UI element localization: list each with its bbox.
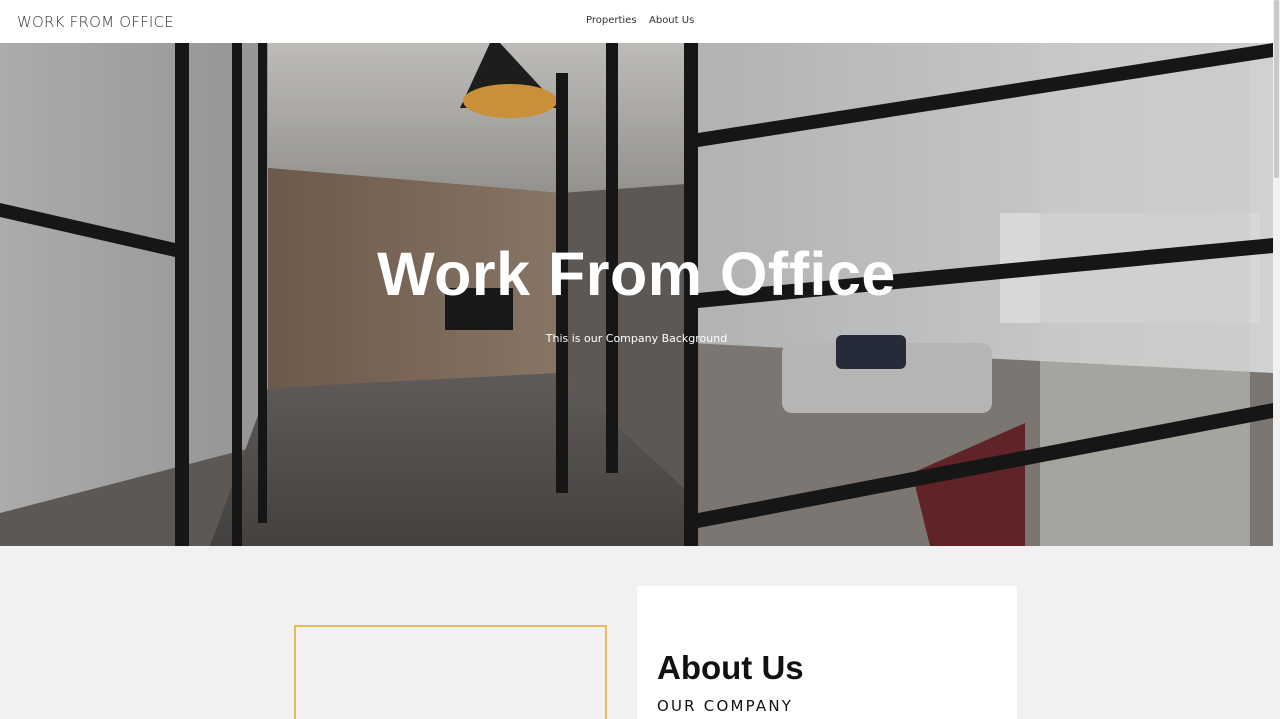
hero-title: Work From Office (377, 240, 896, 308)
page-scrollbar[interactable] (1273, 0, 1280, 719)
about-card: About Us OUR COMPANY (637, 586, 1017, 719)
scrollbar-thumb[interactable] (1274, 0, 1279, 178)
hero-banner: Work From Office This is our Company Bac… (0, 43, 1273, 546)
hero-subtitle: This is our Company Background (545, 332, 728, 345)
top-navbar: WORK FROM OFFICE Properties About Us (0, 0, 1273, 43)
about-image-frame (294, 625, 607, 719)
nav-link-properties[interactable]: Properties (586, 15, 637, 26)
brand-logo[interactable]: WORK FROM OFFICE (17, 13, 174, 31)
nav-link-about-us[interactable]: About Us (649, 15, 694, 26)
about-subtitle: OUR COMPANY (657, 697, 794, 715)
about-title: About Us (657, 649, 804, 686)
